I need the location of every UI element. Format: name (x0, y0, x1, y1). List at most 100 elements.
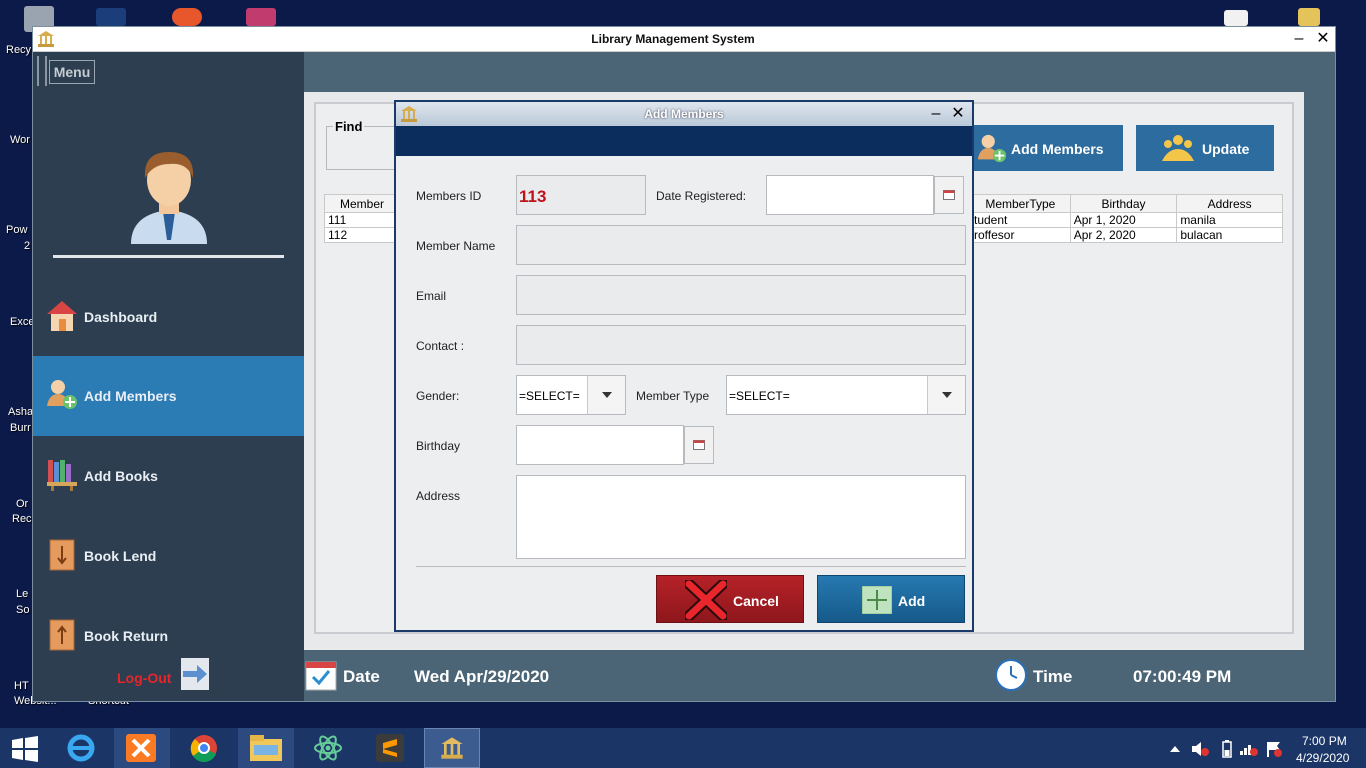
table-cell: manila (1176, 212, 1283, 228)
table-cell: Apr 1, 2020 (1069, 212, 1178, 228)
desktop-label: Exce (10, 316, 35, 328)
table-row[interactable]: 112 (324, 227, 400, 243)
sidebar-item-book-lend[interactable]: Book Lend (33, 516, 304, 596)
add-members-button[interactable]: Add Members (971, 125, 1123, 171)
member-name-input[interactable] (516, 225, 966, 265)
sidebar-item-label: Add Books (84, 468, 158, 484)
sidebar-item-add-members[interactable]: Add Members (33, 356, 304, 436)
date-label: Date (343, 667, 380, 686)
gender-select[interactable]: =SELECT= (516, 375, 626, 415)
file-explorer-icon[interactable] (238, 728, 294, 768)
address-label: Address (416, 489, 461, 503)
menu-button[interactable]: Menu (49, 60, 95, 84)
desktop-label: Rec (12, 513, 32, 525)
show-hidden-icons-chevron-icon[interactable] (1170, 744, 1180, 752)
find-label: Find (333, 119, 365, 134)
member-type-select[interactable]: =SELECT= (726, 375, 966, 415)
photoshop-icon[interactable] (96, 8, 126, 26)
logout-link[interactable]: Log-Out (117, 670, 171, 686)
action-center-flag-icon[interactable] (1266, 741, 1282, 757)
folder-icon[interactable] (1298, 8, 1320, 26)
time-label: Time (1033, 667, 1073, 686)
sidebar-grip (37, 56, 47, 86)
chevron-down-icon[interactable] (587, 376, 625, 414)
birthday-calendar-button[interactable] (684, 426, 714, 464)
birthday-input[interactable] (516, 425, 684, 465)
add-member-icon (977, 134, 1007, 163)
sidebar-item-label: Book Lend (84, 548, 157, 564)
taskbar: 7:00 PM 4/29/2020 (0, 728, 1366, 768)
xampp-icon[interactable] (114, 728, 170, 768)
desktop-label: So (16, 604, 30, 616)
members-table-left: Member 111 112 (324, 194, 400, 243)
calendar-icon (943, 190, 955, 200)
dialog-title: Add Members (644, 107, 724, 121)
house-icon (47, 301, 77, 331)
address-textarea[interactable] (516, 475, 966, 559)
taskbar-date[interactable]: 4/29/2020 (1296, 751, 1349, 765)
desktop-label: Burr (10, 422, 31, 434)
battery-icon[interactable] (1222, 740, 1232, 758)
member-type-label: Member Type (636, 389, 710, 403)
update-button-label: Update (1202, 141, 1250, 157)
desktop-label: Pow (6, 224, 28, 236)
group-icon (1162, 135, 1194, 161)
dialog-titlebar[interactable]: Add Members – ✕ (396, 102, 972, 126)
book-return-icon (49, 619, 75, 651)
sidebar: Menu Dashboard Add Members Add Books Boo… (33, 52, 304, 701)
table-row[interactable]: roffesor Apr 2, 2020 bulacan (970, 227, 1283, 243)
table-row[interactable]: 111 (324, 212, 400, 228)
members-table-right: MemberType Birthday Address tudent Apr 1… (970, 194, 1283, 243)
table-cell: roffesor (970, 227, 1071, 243)
time-value: 07:00:49 PM (1133, 667, 1232, 686)
internet-explorer-icon[interactable] (54, 728, 110, 768)
sidebar-divider (53, 255, 284, 258)
calendar-icon (693, 440, 705, 450)
logout-arrow-icon[interactable] (181, 658, 209, 690)
volume-muted-icon[interactable] (1192, 741, 1210, 757)
sublime-text-icon[interactable] (362, 728, 418, 768)
windows-start-icon[interactable] (12, 736, 38, 762)
gender-label: Gender: (416, 389, 460, 403)
update-button[interactable]: Update (1136, 125, 1274, 171)
document-icon[interactable] (1224, 10, 1248, 26)
dialog-minimize-button[interactable]: – (926, 104, 946, 124)
close-button[interactable]: ✕ (1313, 29, 1333, 49)
library-app-taskbar-icon[interactable] (424, 728, 480, 768)
atom-icon[interactable] (300, 728, 356, 768)
contact-input[interactable] (516, 325, 966, 365)
intellij-icon[interactable] (246, 8, 276, 26)
table-header: Birthday (1069, 194, 1178, 213)
calendar-check-icon (305, 661, 337, 691)
date-registered-calendar-button[interactable] (934, 176, 964, 214)
desktop-label: Recy (6, 44, 32, 56)
table-cell: bulacan (1176, 227, 1283, 243)
taskbar-time[interactable]: 7:00 PM (1302, 734, 1347, 748)
members-id-value: 113 (519, 187, 547, 206)
cancel-button[interactable]: Cancel (656, 575, 804, 623)
chrome-icon[interactable] (176, 728, 232, 768)
network-disconnected-icon[interactable] (1240, 741, 1258, 757)
dialog-close-button[interactable]: ✕ (948, 104, 968, 124)
table-cell: Apr 2, 2020 (1069, 227, 1178, 243)
window-titlebar[interactable]: Library Management System – ✕ (33, 27, 1335, 52)
table-cell: tudent (970, 212, 1071, 228)
app-icon[interactable] (172, 8, 202, 26)
members-id-field: 113 (516, 175, 646, 215)
sidebar-item-dashboard[interactable]: Dashboard (33, 277, 304, 357)
sidebar-item-book-return[interactable]: Book Return (33, 596, 304, 676)
chevron-down-icon[interactable] (927, 376, 965, 414)
email-input[interactable] (516, 275, 966, 315)
table-header: MemberType (970, 194, 1071, 213)
date-registered-input[interactable] (766, 175, 934, 215)
birthday-label: Birthday (416, 439, 461, 453)
add-button[interactable]: Add (817, 575, 965, 623)
add-members-button-label: Add Members (1011, 141, 1104, 157)
sidebar-item-add-books[interactable]: Add Books (33, 436, 304, 516)
plus-icon (862, 586, 892, 614)
minimize-button[interactable]: – (1289, 29, 1309, 49)
table-header: Member (324, 194, 400, 213)
table-row[interactable]: tudent Apr 1, 2020 manila (970, 212, 1283, 228)
dialog-separator (416, 566, 966, 567)
cancel-x-icon (685, 580, 727, 620)
